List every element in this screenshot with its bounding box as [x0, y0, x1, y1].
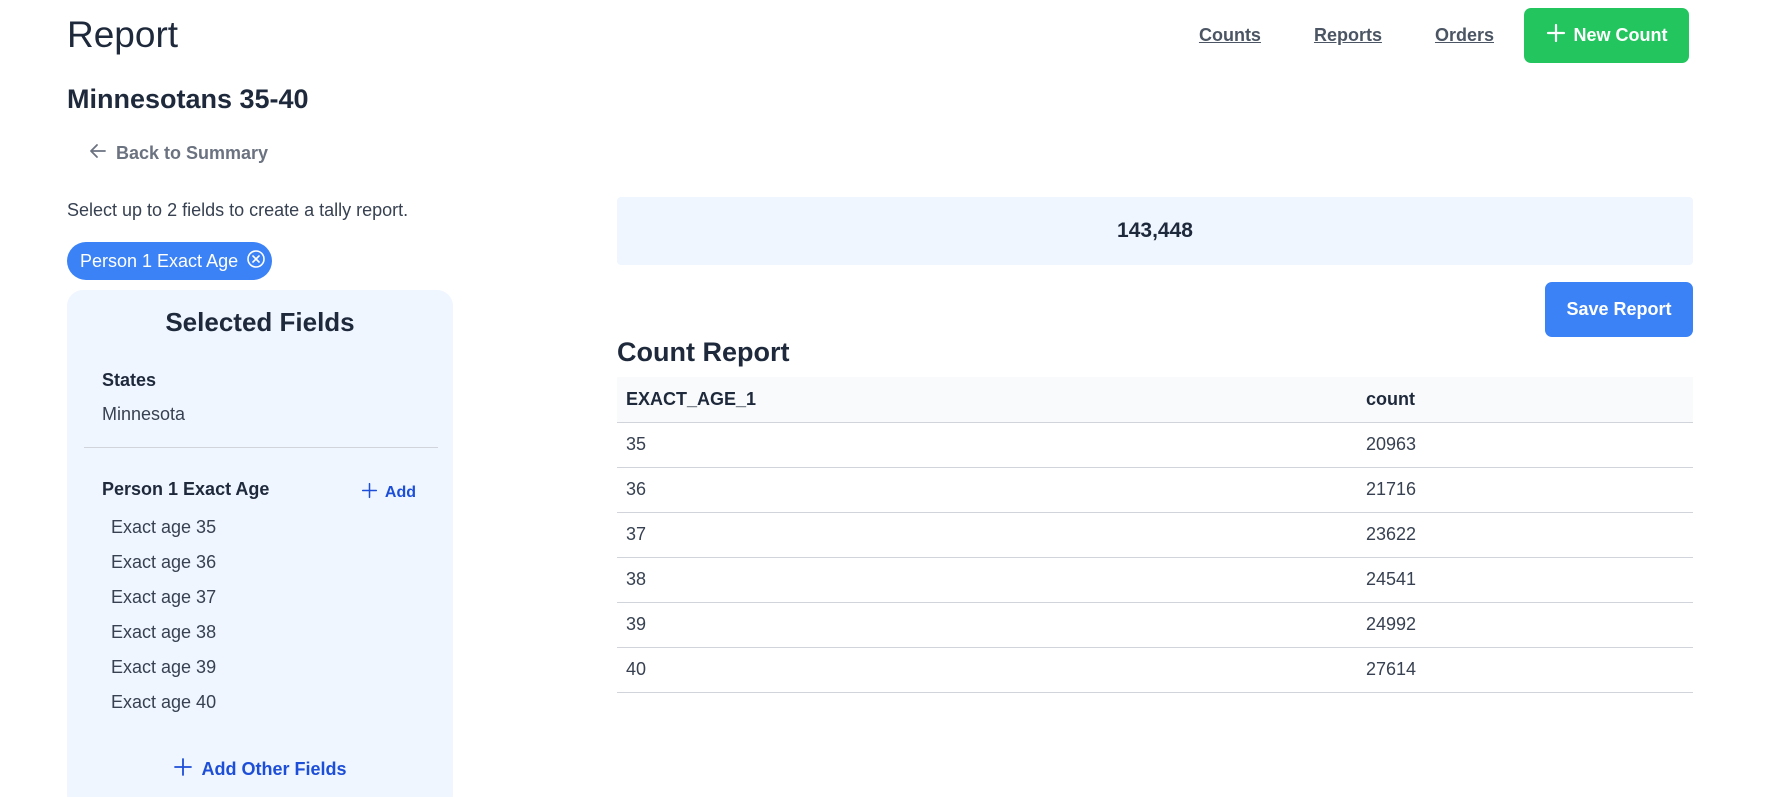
table-row: 36 21716	[617, 467, 1693, 513]
new-count-button[interactable]: New Count	[1524, 8, 1689, 63]
age-cell: 39	[617, 602, 1357, 648]
table-header-row: EXACT_AGE_1 count	[617, 377, 1693, 423]
plus-icon	[361, 482, 378, 504]
age-list: Exact age 35 Exact age 36 Exact age 37 E…	[111, 516, 216, 726]
divider	[84, 447, 438, 448]
plus-icon	[1546, 23, 1566, 48]
chip-label: Person 1 Exact Age	[80, 250, 239, 271]
age-cell: 35	[617, 422, 1357, 468]
states-value: Minnesota	[102, 404, 186, 424]
nav-link-orders[interactable]: Orders	[1435, 25, 1494, 46]
count-cell: 21716	[1357, 467, 1693, 513]
back-to-summary-link[interactable]: Back to Summary	[88, 141, 268, 166]
list-item: Exact age 40	[111, 692, 217, 712]
add-age-button[interactable]: Add	[361, 482, 416, 504]
report-name: Minnesotans 35-40	[67, 84, 309, 114]
age-cell: 37	[617, 512, 1357, 558]
table-row: 37 23622	[617, 512, 1693, 558]
table-row: 38 24541	[617, 557, 1693, 603]
list-item: Exact age 37	[111, 587, 217, 607]
top-nav: Counts Reports Orders New Count	[1199, 8, 1689, 63]
add-label: Add	[384, 484, 416, 501]
states-label: States	[102, 370, 157, 390]
tally-hint: Select up to 2 fields to create a tally …	[67, 200, 409, 220]
count-cell: 24992	[1357, 602, 1693, 648]
list-item: Exact age 38	[111, 622, 217, 642]
count-report-title: Count Report	[617, 337, 790, 367]
total-count: 143,448	[617, 197, 1693, 265]
plus-icon	[173, 757, 193, 782]
count-cell: 20963	[1357, 422, 1693, 468]
age-cell: 36	[617, 467, 1357, 513]
column-header: count	[1357, 377, 1693, 423]
column-header: EXACT_AGE_1	[617, 377, 1357, 423]
selected-fields-panel: Selected Fields States Minnesota Person …	[67, 290, 453, 797]
table-row: 39 24992	[617, 602, 1693, 648]
count-report-table: EXACT_AGE_1 count 35 20963 36 21716 37 2…	[617, 377, 1693, 693]
table-row: 40 27614	[617, 647, 1693, 693]
remove-circle-icon[interactable]	[246, 249, 266, 274]
nav-link-counts[interactable]: Counts	[1199, 25, 1261, 46]
nav-link-reports[interactable]: Reports	[1314, 25, 1382, 46]
age-cell: 40	[617, 647, 1357, 693]
panel-title: Selected Fields	[165, 307, 355, 337]
list-item: Exact age 36	[111, 552, 217, 572]
save-report-button[interactable]: Save Report	[1545, 282, 1693, 337]
new-count-label: New Count	[1573, 25, 1668, 45]
table-row: 35 20963	[617, 422, 1693, 468]
list-item: Exact age 39	[111, 657, 217, 677]
back-label: Back to Summary	[116, 143, 269, 163]
add-other-label: Add Other Fields	[201, 759, 347, 779]
page-title: Report	[67, 14, 179, 55]
age-field-label: Person 1 Exact Age	[102, 479, 270, 499]
add-other-fields-button[interactable]: Add Other Fields	[67, 757, 453, 782]
arrow-left-icon	[88, 141, 108, 166]
count-cell: 27614	[1357, 647, 1693, 693]
age-cell: 38	[617, 557, 1357, 603]
count-cell: 23622	[1357, 512, 1693, 558]
count-cell: 24541	[1357, 557, 1693, 603]
selected-field-chip[interactable]: Person 1 Exact Age	[67, 242, 272, 280]
list-item: Exact age 35	[111, 517, 217, 537]
